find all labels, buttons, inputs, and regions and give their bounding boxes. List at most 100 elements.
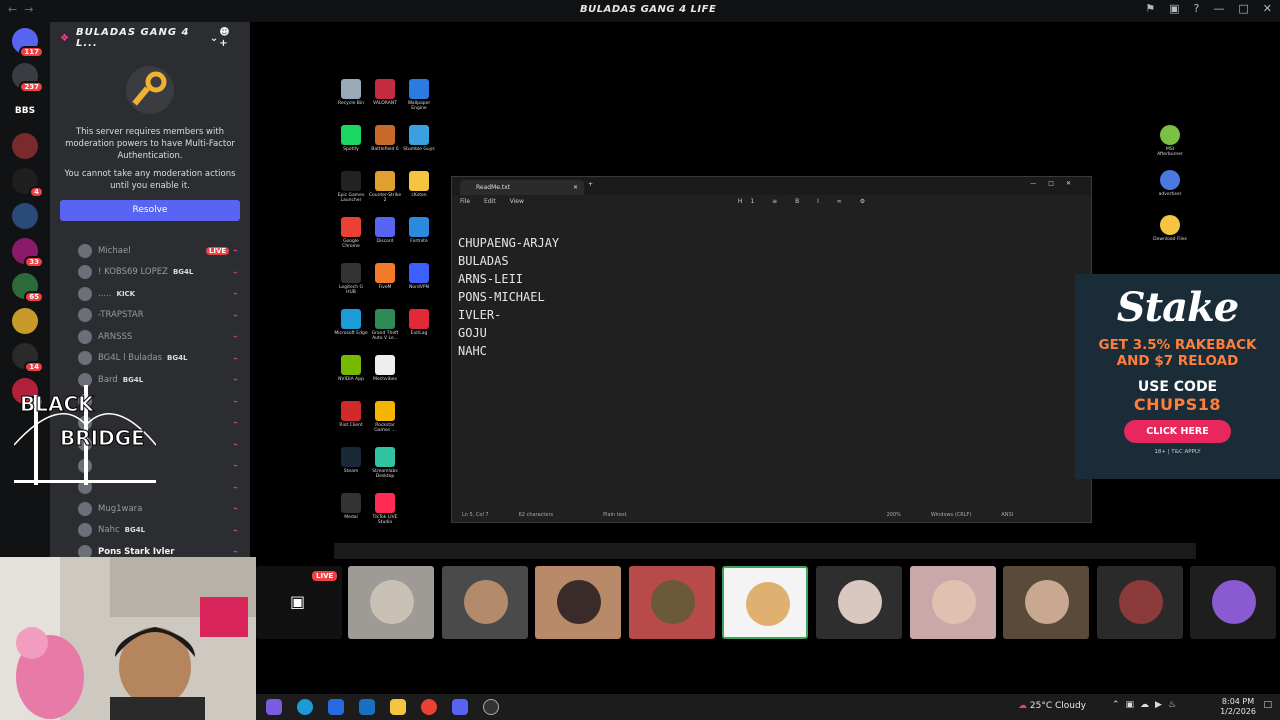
copilot-icon[interactable] bbox=[266, 699, 282, 715]
desktop-icon[interactable]: Grand Theft Auto V Le... bbox=[368, 309, 402, 341]
desktop-icon[interactable]: Battlefield 6 bbox=[368, 125, 402, 152]
desktop-icon[interactable]: Mechvibes bbox=[368, 355, 402, 382]
desktop-icon[interactable]: Medal bbox=[334, 493, 368, 520]
outlook-icon[interactable] bbox=[359, 699, 375, 715]
desktop-icon[interactable]: Rockstar Games ... bbox=[368, 401, 402, 433]
desktop-icon[interactable]: Wallpaper Engine bbox=[402, 79, 436, 111]
desktop-icon[interactable]: advertiser bbox=[1153, 170, 1187, 197]
desktop-icon[interactable]: Counter-Strike 2 bbox=[368, 171, 402, 203]
back-forward-icons[interactable]: ← → bbox=[8, 3, 33, 16]
desktop-icon[interactable]: Steam bbox=[334, 447, 368, 474]
server-icon[interactable]: 4 bbox=[12, 168, 44, 198]
edge-icon[interactable] bbox=[297, 699, 313, 715]
chevron-down-icon[interactable]: ⌄ bbox=[210, 33, 219, 44]
desktop-icon[interactable]: Fortnite bbox=[402, 217, 436, 244]
server-icon[interactable]: 33 bbox=[12, 238, 44, 268]
voice-user[interactable]: ! KOBS69 LOPEZ BG4L ⌁ bbox=[50, 262, 250, 284]
voice-user[interactable]: -TRAPSTAR ⌁ bbox=[50, 305, 250, 327]
desktop-icon[interactable]: Riot Client bbox=[334, 401, 368, 428]
notepad-tab[interactable]: ReadMe.txt ✕ bbox=[460, 180, 584, 195]
desktop-icon[interactable]: Recycle Bin bbox=[334, 79, 368, 106]
store-icon[interactable] bbox=[328, 699, 344, 715]
desktop-icon[interactable]: NVIDIA App bbox=[334, 355, 368, 382]
voice-user[interactable]: BG4L l Buladas BG4L ⌁ bbox=[50, 348, 250, 370]
desktop-icon[interactable]: Logitech G HUB bbox=[334, 263, 368, 295]
app-icon bbox=[1160, 215, 1180, 235]
tab-close-icon[interactable]: ✕ bbox=[573, 184, 578, 191]
voice-user[interactable]: Michael LIVE ⌁ bbox=[50, 240, 250, 262]
desktop-icon[interactable]: Download Files bbox=[1153, 215, 1187, 242]
server-icon[interactable]: 117 bbox=[12, 28, 44, 58]
muted-icon: ⌁ bbox=[233, 396, 238, 406]
server-icon[interactable] bbox=[12, 308, 38, 334]
voice-user[interactable]: ..... KICK ⌁ bbox=[50, 283, 250, 305]
desktop-icon[interactable]: Stumble Guys bbox=[402, 125, 436, 152]
app-icon bbox=[375, 217, 395, 237]
participant-tile[interactable] bbox=[628, 566, 715, 639]
obs-icon[interactable] bbox=[483, 699, 499, 715]
desktop-icon-label: Google Chrome bbox=[342, 239, 360, 249]
screen-icon[interactable]: ▣ bbox=[1169, 2, 1179, 15]
voice-user[interactable]: Mug1wara ⌁ bbox=[50, 498, 250, 520]
taskbar-clock[interactable]: 8:04 PM 1/2/2026 bbox=[1220, 697, 1256, 717]
menu-view[interactable]: View bbox=[510, 198, 524, 205]
voice-user-name: BG4L l Buladas bbox=[98, 353, 162, 364]
desktop-icon[interactable]: FiveM bbox=[368, 263, 402, 290]
desktop-icon[interactable]: MSI Afterburner bbox=[1153, 125, 1187, 157]
desktop-icon[interactable]: VALORANT bbox=[368, 79, 402, 106]
help-icon[interactable]: ? bbox=[1194, 2, 1200, 15]
maximize-icon[interactable]: □ bbox=[1238, 2, 1248, 15]
ad-cta-button[interactable]: CLICK HERE bbox=[1124, 420, 1231, 443]
desktop-icon[interactable]: TikTok LIVE Studio bbox=[368, 493, 402, 525]
desktop-icon[interactable]: Google Chrome bbox=[334, 217, 368, 249]
voice-user[interactable]: ARNSSS ⌁ bbox=[50, 326, 250, 348]
desktop-icon[interactable]: Epic Games Launcher bbox=[334, 171, 368, 203]
explorer-icon[interactable] bbox=[390, 699, 406, 715]
participant-tile[interactable] bbox=[1003, 566, 1090, 639]
menu-edit[interactable]: Edit bbox=[484, 198, 496, 205]
close-icon[interactable]: ✕ bbox=[1263, 2, 1272, 15]
weather-widget[interactable]: ☁ 25°C Cloudy bbox=[1018, 701, 1086, 711]
server-icon[interactable]: BBS bbox=[12, 98, 38, 124]
discord-icon[interactable] bbox=[452, 699, 468, 715]
desktop-icon[interactable]: Microsoft Edge bbox=[334, 309, 368, 336]
voice-user-name: -TRAPSTAR bbox=[98, 310, 144, 321]
desktop-icon[interactable]: Spotify bbox=[334, 125, 368, 152]
server-icon[interactable] bbox=[12, 133, 38, 159]
notification-icon[interactable]: □ bbox=[1263, 700, 1272, 710]
participant-tile[interactable] bbox=[1096, 566, 1183, 639]
desktop-icon[interactable]: cKsten bbox=[402, 171, 436, 198]
participant-tile[interactable] bbox=[535, 566, 622, 639]
chrome-icon[interactable] bbox=[421, 699, 437, 715]
new-tab-icon[interactable]: + bbox=[588, 181, 593, 188]
add-member-icon[interactable]: ☻+ bbox=[219, 27, 238, 49]
tray-icons[interactable]: ⌃▣☁▶♨ bbox=[1112, 700, 1182, 710]
participant-tile[interactable] bbox=[1190, 566, 1277, 639]
server-icon[interactable] bbox=[12, 203, 38, 229]
voice-user[interactable]: Nahc BG4L ⌁ bbox=[50, 520, 250, 542]
participant-tile[interactable] bbox=[441, 566, 528, 639]
menu-file[interactable]: File bbox=[460, 198, 470, 205]
participant-tile[interactable] bbox=[722, 566, 809, 639]
stream-taskbar bbox=[334, 543, 1196, 559]
desktop-icon[interactable]: Streamlabs Desktop bbox=[368, 447, 402, 479]
desktop-icon-label: Spotify bbox=[343, 147, 359, 152]
app-icon bbox=[341, 263, 361, 283]
inbox-icon[interactable]: ⚑ bbox=[1145, 2, 1155, 15]
participant-tile[interactable] bbox=[909, 566, 996, 639]
format-toolbar[interactable]: H1 ≡ B I ∞ ⚙ bbox=[738, 198, 873, 205]
notepad-text-area[interactable]: CHUPAENG-ARJAY BULADAS ARNS-LEII PONS-MICHA… bbox=[452, 208, 1091, 360]
server-header[interactable]: ❖ BULADAS GANG 4 L... ⌄ ☻+ bbox=[50, 22, 250, 54]
participant-tile[interactable] bbox=[348, 566, 434, 639]
server-icon[interactable]: 237 bbox=[12, 63, 44, 93]
desktop-icon[interactable]: ExitLag bbox=[402, 309, 436, 336]
notepad-window-controls[interactable]: —□✕ bbox=[1030, 180, 1083, 187]
server-icon[interactable]: 65 bbox=[12, 273, 44, 303]
desktop-icon[interactable]: Discord bbox=[368, 217, 402, 244]
minimize-icon[interactable]: — bbox=[1213, 2, 1224, 15]
windows-taskbar: ☁ 25°C Cloudy ⌃▣☁▶♨ 8:04 PM 1/2/2026 □ bbox=[256, 694, 1280, 720]
participant-tile[interactable] bbox=[816, 566, 902, 639]
server-icon[interactable]: 14 bbox=[12, 343, 44, 373]
resolve-button[interactable]: Resolve bbox=[60, 200, 240, 221]
desktop-icon[interactable]: NordVPN bbox=[402, 263, 436, 290]
